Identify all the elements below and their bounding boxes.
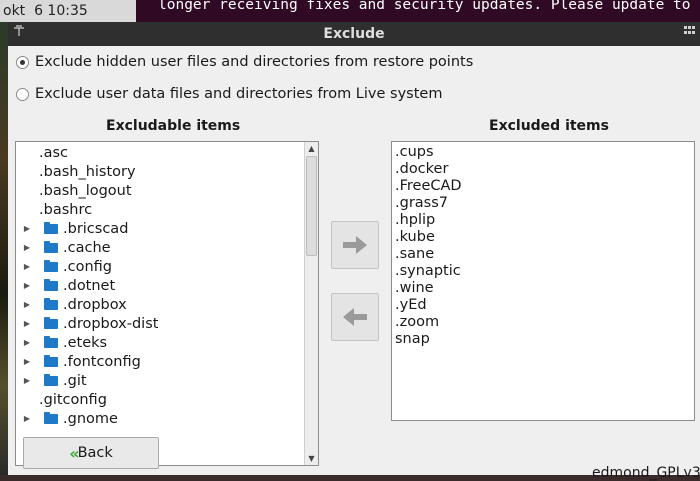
option-data-label: Exclude user data files and directories … [35, 86, 443, 102]
expander-icon[interactable]: ▶ [22, 357, 32, 366]
list-item[interactable]: snap [392, 331, 694, 348]
tree-item-label: .dotnet [63, 277, 116, 294]
window-title: Exclude [323, 26, 385, 42]
folder-icon [44, 221, 58, 234]
excluded-header: Excluded items [489, 118, 609, 134]
option-hidden-label: Exclude hidden user files and directorie… [35, 54, 474, 70]
excludable-items-list[interactable]: .asc .bash_history .bash_logout .bashrc ▶ .br… [15, 141, 319, 466]
tree-item[interactable]: ▶ .config [16, 257, 318, 276]
tree-item[interactable]: .bashrc [16, 200, 318, 219]
tree-item[interactable]: ▶ .dropbox [16, 295, 318, 314]
excluded-items-list[interactable]: .cups .docker .FreeCAD .grass7 .hplip .kube .s… [391, 141, 695, 421]
folder-icon [44, 297, 58, 310]
tree-item-label: .bricscad [63, 220, 129, 237]
tree-item-label: .bash_logout [39, 182, 132, 199]
expander-icon[interactable]: ▶ [22, 281, 32, 290]
tree-item[interactable]: .bash_logout [16, 181, 318, 200]
tree-item[interactable]: ▶ .cache [16, 238, 318, 257]
tree-item[interactable]: .bash_history [16, 162, 318, 181]
tree-item-label: .fontconfig [63, 353, 141, 370]
tree-item-label: .asc [39, 144, 69, 161]
folder-icon [44, 259, 58, 272]
list-item[interactable]: .hplip [392, 212, 694, 229]
tree-item-label: .cache [63, 239, 111, 256]
tree-item-label: .gitconfig [39, 391, 107, 408]
folder-icon [44, 335, 58, 348]
tree-item-label: .bashrc [39, 201, 93, 218]
expander-icon[interactable]: ▶ [22, 224, 32, 233]
list-item[interactable]: .cups [392, 144, 694, 161]
list-item[interactable]: .wine [392, 280, 694, 297]
arrow-left-icon [343, 308, 367, 326]
option-user-data[interactable]: Exclude user data files and directories … [16, 86, 442, 102]
terminal-background: longer receiving fixes and security upda… [136, 0, 700, 22]
tree-item-label: .bash_history [39, 163, 136, 180]
expander-icon[interactable]: ▶ [22, 262, 32, 271]
footer-credit: edmond_GPLv3 [592, 465, 700, 481]
scroll-up-icon[interactable]: ▲ [305, 142, 318, 155]
expander-icon[interactable]: ▶ [22, 243, 32, 252]
desktop-background [0, 22, 8, 475]
remove-exclusion-button[interactable] [331, 293, 379, 341]
list-item[interactable]: .yEd [392, 297, 694, 314]
window-titlebar[interactable]: Exclude [8, 22, 700, 46]
scrollbar-thumb[interactable] [306, 156, 317, 256]
terminal-text: longer receiving fixes and security upda… [158, 0, 691, 13]
folder-icon [44, 316, 58, 329]
expander-icon[interactable]: ▶ [22, 376, 32, 385]
folder-icon [44, 354, 58, 367]
tree-item-label: .gnome [63, 410, 118, 427]
tree-item[interactable]: ▶ .gnome [16, 409, 318, 428]
tree-item[interactable]: ▶ .dropbox-dist [16, 314, 318, 333]
window-menu-icon[interactable] [684, 25, 696, 41]
list-item[interactable]: .FreeCAD [392, 178, 694, 195]
expander-icon[interactable]: ▶ [22, 300, 32, 309]
tree-item-label: .dropbox [63, 296, 127, 313]
add-exclusion-button[interactable] [331, 221, 379, 269]
excludable-scrollbar[interactable]: ▲ ▼ [304, 142, 318, 465]
tree-item[interactable]: ▶ .bricscad [16, 219, 318, 238]
list-item[interactable]: .docker [392, 161, 694, 178]
list-item[interactable]: .synaptic [392, 263, 694, 280]
tree-item[interactable]: ▶ .dotnet [16, 276, 318, 295]
tree-item[interactable]: ▶ .eteks [16, 333, 318, 352]
tree-item-label: .config [63, 258, 112, 275]
tree-item[interactable]: ▶ .fontconfig [16, 352, 318, 371]
excludable-header: Excludable items [106, 118, 241, 134]
tree-item[interactable]: ▶ .git [16, 371, 318, 390]
list-item[interactable]: .zoom [392, 314, 694, 331]
arrow-right-icon [343, 236, 367, 254]
list-item[interactable]: .kube [392, 229, 694, 246]
tree-item-label: .dropbox-dist [63, 315, 159, 332]
folder-icon [44, 240, 58, 253]
tree-item[interactable]: .asc [16, 143, 318, 162]
option-hidden-files[interactable]: Exclude hidden user files and directorie… [16, 54, 473, 70]
expander-icon[interactable]: ▶ [22, 319, 32, 328]
system-top-bar: okt 6 10:35 [0, 0, 136, 22]
back-button[interactable]: « Back [23, 437, 159, 469]
double-chevron-left-icon: « [69, 443, 80, 463]
list-item[interactable]: .sane [392, 246, 694, 263]
folder-icon [44, 278, 58, 291]
exclude-dialog: Exclude hidden user files and directorie… [8, 46, 700, 481]
back-label: Back [77, 445, 113, 461]
clock[interactable]: okt 6 10:35 [3, 3, 88, 19]
tree-item[interactable]: .gitconfig [16, 390, 318, 409]
tree-item-label: .git [63, 372, 87, 389]
folder-icon [44, 411, 58, 424]
list-item[interactable]: .grass7 [392, 195, 694, 212]
expander-icon[interactable]: ▶ [22, 414, 32, 423]
tree-item-label: .eteks [63, 334, 108, 351]
expander-icon[interactable]: ▶ [22, 338, 32, 347]
folder-icon [44, 373, 58, 386]
scroll-down-icon[interactable]: ▼ [305, 452, 318, 465]
radio-hidden-files[interactable] [16, 55, 29, 69]
radio-user-data[interactable] [16, 87, 29, 101]
